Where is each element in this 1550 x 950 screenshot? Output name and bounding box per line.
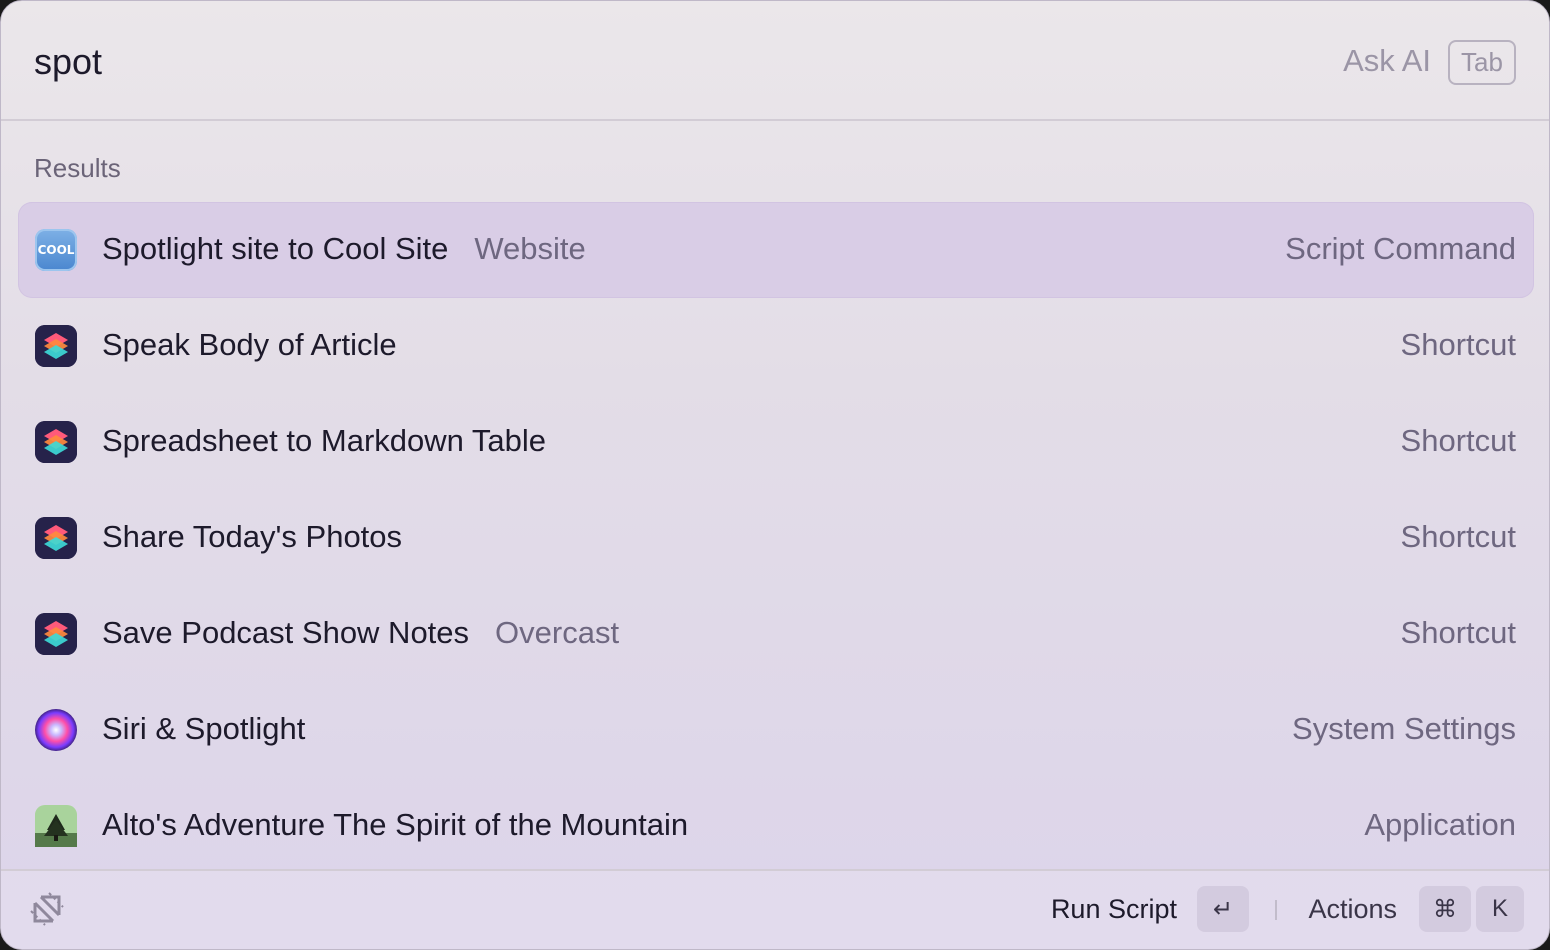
shortcuts-icon	[35, 517, 77, 559]
tab-key-hint: Tab	[1448, 40, 1516, 85]
list-item[interactable]: Save Podcast Show Notes Overcast Shortcut	[18, 586, 1534, 682]
list-item-title: Alto's Adventure The Spirit of the Mount…	[102, 807, 689, 842]
list-item[interactable]: Siri & Spotlight System Settings	[18, 682, 1534, 778]
results-list: COOL Spotlight site to Cool Site Website …	[18, 202, 1534, 874]
list-item[interactable]: Spreadsheet to Markdown Table Shortcut	[18, 394, 1534, 490]
list-item-title-wrap: Save Podcast Show Notes Overcast	[102, 615, 619, 651]
shortcuts-icon	[35, 421, 77, 463]
list-item-title: Save Podcast Show Notes	[102, 615, 470, 650]
action-bar: Run Script ↵ Actions ⌘ K	[1, 869, 1549, 949]
launcher-window: Ask AI Tab Results COOL Spotlight site t…	[0, 0, 1550, 950]
list-item-title: Spreadsheet to Markdown Table	[102, 423, 547, 458]
list-item-title: Share Today's Photos	[102, 519, 403, 554]
actions-button[interactable]: Actions	[1308, 894, 1397, 925]
list-item-title: Siri & Spotlight	[102, 711, 306, 746]
command-key-icon: ⌘	[1419, 886, 1471, 932]
run-script-button[interactable]: Run Script	[1051, 894, 1177, 925]
list-item-type: Application	[1364, 807, 1516, 842]
list-item-subtitle: Website	[474, 231, 586, 266]
list-item[interactable]: Share Today's Photos Shortcut	[18, 490, 1534, 586]
alto-icon	[35, 805, 77, 847]
cool-icon: COOL	[35, 229, 77, 271]
list-item-type: Script Command	[1285, 231, 1516, 266]
list-item-title: Speak Body of Article	[102, 327, 397, 362]
list-item-type: Shortcut	[1400, 327, 1516, 362]
list-item-type: Shortcut	[1400, 615, 1516, 650]
list-item-type: Shortcut	[1400, 519, 1516, 554]
k-key-hint: K	[1476, 886, 1524, 932]
search-input[interactable]	[34, 37, 1234, 87]
shortcuts-icon	[35, 613, 77, 655]
list-item-type: System Settings	[1292, 711, 1516, 746]
list-item[interactable]: Speak Body of Article Shortcut	[18, 298, 1534, 394]
list-item-type: Shortcut	[1400, 423, 1516, 458]
raycast-logo-icon[interactable]	[27, 889, 67, 929]
enter-key-icon: ↵	[1197, 886, 1249, 932]
search-bar: Ask AI Tab	[1, 1, 1549, 121]
list-item-title-wrap: Spotlight site to Cool Site Website	[102, 231, 586, 267]
shortcuts-icon	[35, 325, 77, 367]
footer-divider	[1275, 900, 1277, 920]
ask-ai-button[interactable]: Ask AI	[1343, 43, 1431, 79]
list-item-title: Spotlight site to Cool Site	[102, 231, 449, 266]
list-item[interactable]: Alto's Adventure The Spirit of the Mount…	[18, 778, 1534, 874]
list-item-subtitle: Overcast	[495, 615, 620, 650]
results-section-label: Results	[34, 153, 121, 183]
list-item[interactable]: COOL Spotlight site to Cool Site Website …	[18, 202, 1534, 298]
siri-icon	[35, 709, 77, 751]
